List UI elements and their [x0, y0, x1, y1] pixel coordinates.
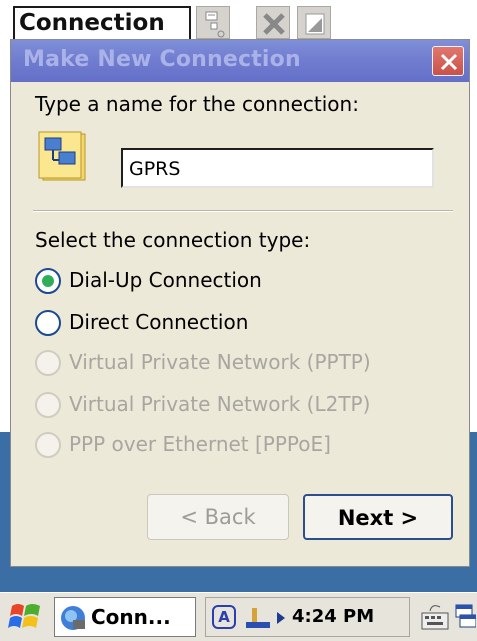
- option-label: Direct Connection: [69, 310, 249, 334]
- network-icon[interactable]: [244, 604, 274, 632]
- task-label: Conn...: [91, 605, 171, 629]
- option-direct[interactable]: Direct Connection: [33, 308, 453, 338]
- input-panel-indicator[interactable]: A: [212, 605, 236, 629]
- arrow-right-icon: [277, 612, 285, 624]
- option-label: PPP over Ethernet [PPPoE]: [69, 432, 331, 456]
- copy-button[interactable]: [297, 6, 331, 39]
- properties-button[interactable]: [196, 6, 230, 39]
- option-label: Dial-Up Connection: [69, 268, 262, 292]
- option-label: Virtual Private Network (PPTP): [69, 350, 371, 374]
- close-button[interactable]: [432, 46, 464, 76]
- radio-button: [35, 392, 61, 418]
- radio-button: [35, 432, 61, 458]
- taskbar: Conn... A 4:24 PM: [0, 592, 477, 641]
- dialog-titlebar[interactable]: Make New Connection: [11, 40, 469, 82]
- window-toolbar: Connection: [0, 0, 477, 42]
- option-label: Virtual Private Network (L2TP): [69, 392, 371, 416]
- network-connection-icon: [38, 131, 86, 181]
- delete-button[interactable]: [256, 6, 290, 39]
- option-vpn-l2tp: Virtual Private Network (L2TP): [33, 390, 453, 420]
- properties-icon: [205, 11, 225, 38]
- make-new-connection-dialog: Make New Connection Type a name for the …: [10, 39, 470, 567]
- keyboard-icon[interactable]: [420, 599, 450, 635]
- option-pppoe: PPP over Ethernet [PPPoE]: [33, 430, 453, 460]
- copy-icon: [305, 13, 325, 35]
- separator: [33, 210, 453, 212]
- next-button[interactable]: Next >: [303, 494, 453, 540]
- option-vpn-pptp: Virtual Private Network (PPTP): [33, 348, 453, 378]
- task-connection[interactable]: Conn...: [54, 597, 196, 637]
- name-prompt: Type a name for the connection:: [35, 92, 359, 116]
- clock[interactable]: 4:24 PM: [292, 606, 374, 627]
- window-switch-icon[interactable]: [454, 599, 476, 635]
- dialog-title: Make New Connection: [23, 47, 301, 72]
- radio-button[interactable]: [35, 268, 61, 294]
- start-icon[interactable]: [6, 598, 46, 636]
- connection-app-icon: [61, 606, 85, 630]
- back-button[interactable]: < Back: [147, 494, 289, 540]
- radio-button[interactable]: [35, 310, 61, 336]
- system-tray: A 4:24 PM: [205, 597, 410, 637]
- connection-name-input[interactable]: GPRS: [121, 148, 434, 188]
- type-prompt: Select the connection type:: [35, 228, 311, 252]
- option-dial-up[interactable]: Dial-Up Connection: [33, 266, 453, 296]
- delete-icon: [263, 13, 285, 35]
- radio-button: [35, 350, 61, 376]
- close-icon: [440, 53, 458, 71]
- connection-menu[interactable]: Connection: [13, 6, 191, 41]
